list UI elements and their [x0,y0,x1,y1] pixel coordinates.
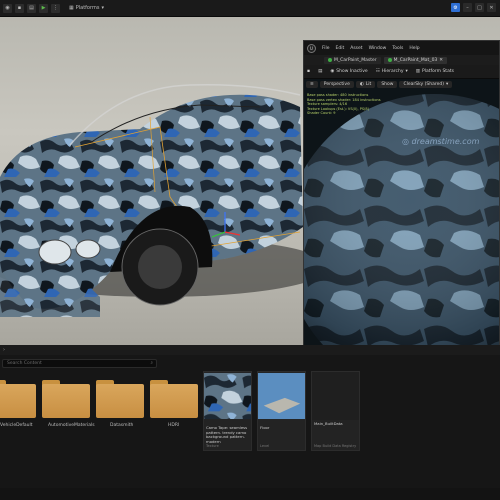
watermark-text: dreamstime.com [411,137,480,146]
editor-window: ◉ ▪ ▤ ▶ ⋮ ▦ Platforms ▾ ⚙ – □ ✕ U File E… [0,0,500,500]
viewport-options-button[interactable]: ≡ [306,81,318,88]
content-browser: › Search Content ⌕ VehicleDefault Automo… [0,345,500,500]
platforms-menu[interactable]: ▦ Platforms ▾ [69,5,104,11]
tab-label: M_CarPaint_Master [334,57,377,63]
chevron-down-icon: ▾ [446,82,449,87]
sky-label: ClearSky (Shared) [403,82,444,87]
perspective-button[interactable]: Perspective [319,81,354,88]
lit-label: Lit [365,82,372,87]
folder-label: Datasmith [110,423,134,428]
eye-icon: ◉ [330,69,335,74]
asset-main-builtdata[interactable]: Main_BuiltData Map Build Data Registry [311,371,360,451]
folder-vehicledefault[interactable] [0,378,36,418]
window-controls: ⚙ – □ ✕ [451,3,496,12]
chevron-down-icon: ▾ [101,5,104,11]
asset-name: Camo Tape: seamless pattern. trendy camo… [206,425,248,444]
hierarchy-icon: ☷ [375,69,380,74]
hierarchy-label: Hierarchy [381,69,404,74]
close-icon[interactable]: ✕ [487,3,496,12]
preview-viewport-toolbar: ≡ Perspective ◐ Lit Show ClearSky (Share… [306,81,453,88]
search-input[interactable]: Search Content ⌕ [2,359,157,368]
material-editor-menubar: U File Edit Asset Window Tools Help [304,41,499,55]
tab-carpaint-master[interactable]: M_CarPaint_Master [324,56,381,64]
save-icon[interactable]: ▪ [15,3,24,13]
menu-file[interactable]: File [322,46,330,51]
show-inactive-label: Show Inactive [336,69,368,74]
material-icon [387,58,392,62]
show-inactive-button[interactable]: ◉ Show Inactive [330,69,367,74]
builtdata-thumbnail [312,372,359,420]
folder-label: HDRI [168,423,180,428]
asset-name: Floor [260,425,270,430]
folder-icon [150,384,198,418]
folder-label: VehicleDefault [0,423,33,428]
platforms-icon: ▦ [69,5,74,11]
status-bar [0,488,500,500]
menu-help[interactable]: Help [409,46,419,51]
folder-hdri[interactable] [150,378,198,418]
mode-select-icon[interactable]: ▤ [27,3,36,13]
save-icon[interactable]: ▪ [307,69,310,74]
collapse-icon[interactable]: › [3,347,5,353]
menu-asset[interactable]: Asset [350,46,362,51]
browse-icon[interactable]: ▤ [318,69,322,74]
search-icon: ⌕ [150,361,153,366]
folder-icon [42,384,90,418]
play-icon[interactable]: ▶ [39,3,48,13]
watermark-logo-icon: ◎ [402,137,412,146]
platforms-label: Platforms [75,5,100,11]
material-icon [328,58,332,62]
platform-stats-button[interactable]: ▥ Platform Stats [416,69,454,74]
asset-name: Main_BuiltData [314,421,343,426]
ue-logo-icon: U [307,43,316,53]
watermark: ◎ dreamstime.com [402,137,479,146]
content-browser-header: › [0,345,500,355]
search-placeholder: Search Content [7,361,42,366]
show-button[interactable]: Show [377,81,398,88]
folder-icon [96,384,144,418]
level-thumbnail [258,372,305,420]
stats-icon: ▥ [415,69,421,74]
sky-dropdown[interactable]: ClearSky (Shared) ▾ [399,81,453,88]
main-toolbar: ◉ ▪ ▤ ▶ ⋮ ▦ Platforms ▾ ⚙ – □ ✕ [0,0,500,17]
asset-type: Texture [206,444,219,448]
material-editor-window: U File Edit Asset Window Tools Help M_Ca… [303,40,500,393]
folder-automotivematerials[interactable] [42,378,90,418]
asset-type: Level [260,444,270,448]
hierarchy-button[interactable]: ☷ Hierarchy ▾ [376,69,408,74]
asset-grid: VehicleDefault AutomotiveMaterials Datas… [0,371,500,472]
chevron-down-icon: ▾ [405,69,408,74]
maximize-icon[interactable]: □ [475,3,484,12]
asset-camo-texture[interactable]: Camo Tape: seamless pattern. trendy camo… [203,371,252,451]
settings-icon[interactable]: ⚙ [451,3,460,12]
minimize-icon[interactable]: – [463,3,472,12]
asset-floor-level[interactable]: Floor Level [257,371,306,451]
menu-edit[interactable]: Edit [336,46,345,51]
ue-logo-icon[interactable]: ◉ [3,3,12,13]
folder-icon [0,384,36,418]
menu-window[interactable]: Window [369,46,387,51]
material-toolbar: ▪ ▤ ◉ Show Inactive ☷ Hierarchy ▾ ▥ Plat… [304,65,499,79]
folder-datasmith[interactable] [96,378,144,418]
more-options-icon[interactable]: ⋮ [51,3,60,13]
tab-label: M_CarPaint_Mat_03 [393,57,438,63]
material-tabs: M_CarPaint_Master M_CarPaint_Mat_03 ✕ [304,55,499,65]
lit-icon: ◐ [359,82,364,87]
menu-tools[interactable]: Tools [392,46,403,51]
close-icon[interactable]: ✕ [439,58,443,63]
platform-stats-label: Platform Stats [422,69,454,74]
shader-stats: Base pass shader: 480 instructions Base … [307,93,381,116]
stats-line: Shader Count: 9 [307,111,336,115]
lit-button[interactable]: ◐ Lit [355,81,376,88]
asset-type: Map Build Data Registry [314,444,357,448]
folder-label: AutomotiveMaterials [48,423,95,428]
texture-thumbnail [204,372,251,420]
tab-carpaint-mat[interactable]: M_CarPaint_Mat_03 ✕ [383,56,448,64]
